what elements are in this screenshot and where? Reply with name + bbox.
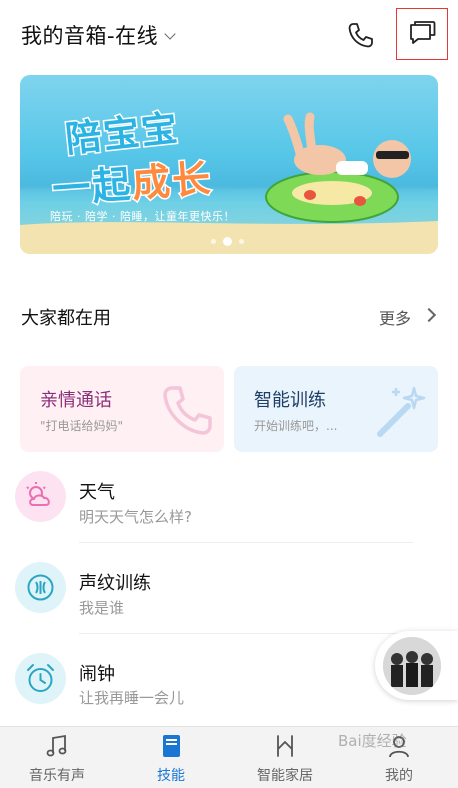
banner-headline-2-prefix: 一起 <box>49 161 135 213</box>
voiceprint-icon <box>27 574 54 601</box>
avatar <box>383 637 441 695</box>
floating-assistant-avatar[interactable] <box>375 631 458 700</box>
divider <box>79 542 413 543</box>
page-title[interactable]: 我的音箱-在线 <box>21 20 176 50</box>
list-item-voiceprint[interactable]: 声纹训练 我是谁 <box>0 557 458 633</box>
nav-tab-smart-home[interactable]: 智能家居 <box>228 727 342 788</box>
chevron-down-icon <box>164 28 176 40</box>
banner-subtitle: 陪玩 · 陪学 · 陪睡，让童年更快乐！ <box>50 210 235 223</box>
chat-bubbles-icon <box>410 21 436 44</box>
nav-tab-label: 智能家居 <box>257 768 313 784</box>
list-item-subtitle: 让我再睡一会儿 <box>79 689 185 707</box>
skill-book-icon <box>163 735 180 757</box>
nav-tab-label: 我的 <box>385 768 413 784</box>
skill-card-family-call[interactable]: 亲情通话 "打电话给妈妈" <box>20 366 224 452</box>
list-item-weather[interactable]: 天气 明天天气怎么样? <box>0 466 458 542</box>
call-button[interactable] <box>344 18 378 52</box>
list-item-subtitle: 明天天气怎么样? <box>79 508 192 526</box>
nav-tab-skills[interactable]: 技能 <box>114 727 228 788</box>
carousel-indicator <box>208 237 258 247</box>
list-item-icon-bg <box>15 562 66 613</box>
avatar-image <box>383 637 441 695</box>
chevron-right-icon[interactable] <box>421 307 437 323</box>
weather-icon <box>26 482 50 506</box>
alarm-icon <box>27 664 54 692</box>
skill-card-subtitle: "打电话给妈妈" <box>40 419 124 433</box>
skill-card-smart-training[interactable]: 智能训练 开始训练吧，... <box>234 366 438 452</box>
magic-wand-icon <box>377 386 426 437</box>
banner-headline-2: 一起成长 <box>49 147 215 213</box>
device-status-title: 我的音箱-在线 <box>21 24 159 48</box>
promo-banner[interactable]: 陪宝宝 一起成长 陪玩 · 陪学 · 陪睡，让童年更快乐！ <box>20 75 438 254</box>
list-item-subtitle: 我是谁 <box>79 599 125 617</box>
carousel-dot-active <box>223 237 232 246</box>
smart-home-icon <box>277 735 293 757</box>
phone-icon <box>348 23 373 48</box>
music-note-icon <box>46 734 67 757</box>
list-item-title: 闹钟 <box>79 664 115 685</box>
carousel-dot <box>211 239 216 244</box>
banner-headline-2-highlight: 成长 <box>129 155 215 207</box>
list-item-icon-bg <box>15 471 66 522</box>
more-link[interactable]: 更多 <box>379 305 411 329</box>
list-item-title: 声纹训练 <box>79 573 151 594</box>
carousel-dot <box>239 239 244 244</box>
skill-card-title: 智能训练 <box>254 390 326 411</box>
list-item-icon-bg <box>15 653 66 704</box>
list-item-title: 天气 <box>79 482 115 503</box>
message-button[interactable] <box>396 8 448 60</box>
skill-card-subtitle: 开始训练吧，... <box>254 419 338 433</box>
nav-tab-label: 技能 <box>157 768 185 784</box>
section-title: 大家都在用 <box>21 308 111 329</box>
nav-tab-label: 音乐有声 <box>29 768 85 784</box>
skill-card-title: 亲情通话 <box>40 390 112 411</box>
divider <box>79 633 413 634</box>
phone-icon <box>163 386 212 435</box>
watermark: Bai度经验 <box>338 732 407 750</box>
nav-tab-music[interactable]: 音乐有声 <box>0 727 114 788</box>
